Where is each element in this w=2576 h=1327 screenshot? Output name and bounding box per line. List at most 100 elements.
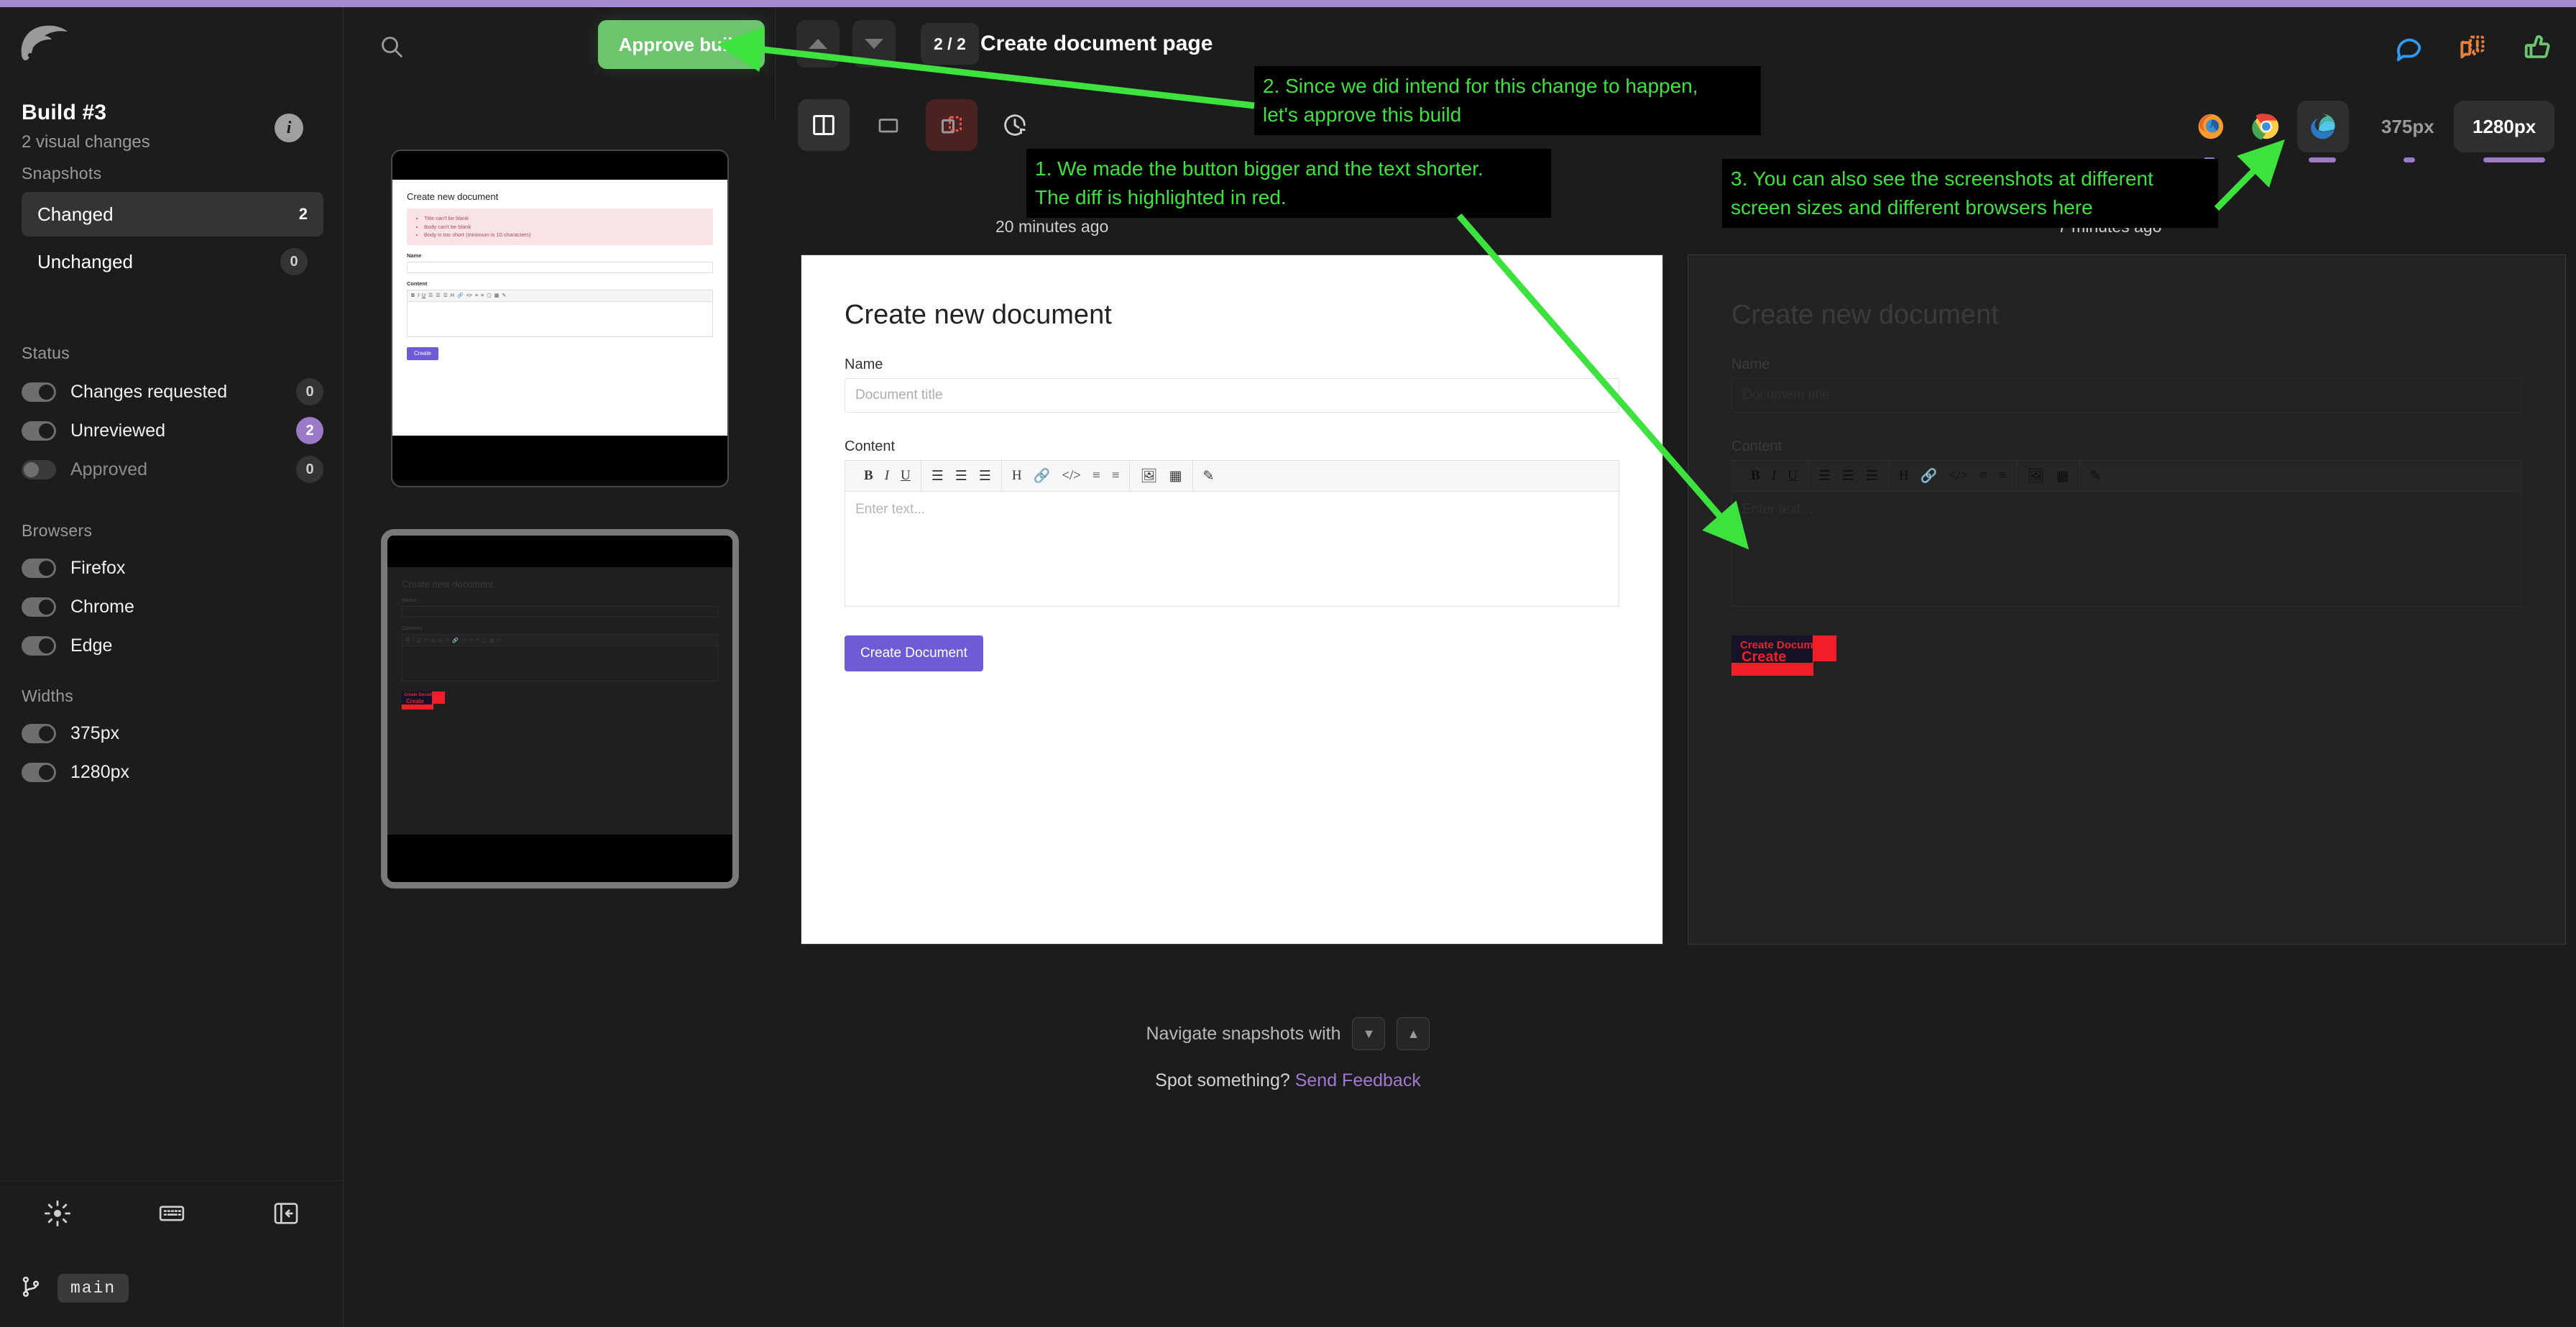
toggle-switch[interactable] <box>22 421 56 441</box>
toggle-switch[interactable] <box>22 635 56 656</box>
thumbnail-preview-dark: Create new document Name Content B I U ☰ ☰ ☰ H… <box>387 567 732 835</box>
align-right-icon[interactable]: ☰ <box>979 468 991 485</box>
align-center-icon[interactable]: ☰ <box>1842 468 1854 485</box>
toggle-switch[interactable] <box>22 459 56 479</box>
image-icon[interactable]: 🖼 <box>1140 467 1157 485</box>
chevron-up-icon <box>809 39 827 49</box>
browser-indicator-edge <box>2309 157 2336 162</box>
browser-filter-label: Firefox <box>70 557 126 578</box>
content-textarea[interactable]: Enter text... <box>1731 492 2522 607</box>
align-left-icon[interactable]: ☰ <box>932 468 944 485</box>
width-filter-1280[interactable]: 1280px <box>22 753 323 791</box>
sidebar-item-label: Changed <box>37 203 114 225</box>
heading-icon[interactable]: H <box>1899 468 1909 484</box>
collapse-sidebar-icon[interactable] <box>272 1199 300 1231</box>
create-document-button[interactable]: Create Document <box>845 635 983 671</box>
clear-format-icon[interactable]: ✎ <box>2090 468 2102 485</box>
align-center-icon[interactable]: ☰ <box>955 468 967 485</box>
send-feedback-link[interactable]: Send Feedback <box>1295 1070 1421 1090</box>
snapshot-thumbnail-current[interactable]: Create new document Name Content B I U ☰ ☰ ☰ H… <box>381 529 739 889</box>
editor-toolbar: BIU ☰ ☰ ☰ H 🔗 </> ≡ ≡ 🖼 ▦ ✎ <box>1731 460 2522 492</box>
name-input[interactable]: Document title <box>1731 378 2522 413</box>
error-item: Title can't be blank <box>424 214 706 223</box>
create-document-form-baseline: Create new document Name Document title … <box>801 255 1662 671</box>
align-left-icon[interactable]: ☰ <box>1818 468 1831 485</box>
name-label: Name <box>1731 357 1770 372</box>
browsers-section-label: Browsers <box>22 521 93 540</box>
snapshot-history-button[interactable] <box>989 99 1041 151</box>
previous-snapshot-button[interactable] <box>796 20 840 68</box>
clear-format-icon[interactable]: ✎ <box>1203 468 1215 485</box>
align-right-icon[interactable]: ☰ <box>1866 468 1878 485</box>
heading-icon[interactable]: H <box>1012 468 1022 484</box>
next-snapshot-button[interactable] <box>852 20 896 68</box>
build-info-icon[interactable]: i <box>275 114 303 142</box>
toggle-switch[interactable] <box>22 382 56 402</box>
toggle-switch[interactable] <box>22 762 56 782</box>
branch-name[interactable]: main <box>58 1274 129 1303</box>
bullet-list-icon[interactable]: ≡ <box>1112 468 1120 484</box>
search-icon[interactable] <box>377 32 406 65</box>
bullet-list-icon[interactable]: ≡ <box>1999 468 2007 484</box>
error-item: Body can't be blank <box>424 223 706 231</box>
approve-thumbs-up-icon[interactable] <box>2521 30 2554 63</box>
toggle-switch[interactable] <box>22 597 56 617</box>
image-icon[interactable]: 🖼 <box>2027 467 2044 485</box>
browser-filter-chrome[interactable]: Chrome <box>22 588 323 625</box>
sidebar-item-changed[interactable]: Changed 2 <box>22 192 323 237</box>
browser-option-chrome[interactable] <box>2240 101 2292 152</box>
thumbnail-diff-overlay: Create Document Create <box>402 692 445 710</box>
width-filter-375[interactable]: 375px <box>22 715 323 752</box>
chromatic-logo-icon[interactable] <box>16 23 73 65</box>
italic-icon[interactable]: I <box>1772 468 1776 484</box>
key-up-button[interactable]: ▲ <box>1397 1017 1430 1050</box>
status-section: Status Changes requested 0 Unreviewed 2 … <box>22 344 323 488</box>
snapshot-thumbnail-baseline[interactable]: Create new document Title can't be blank… <box>391 150 729 487</box>
table-icon[interactable]: ▦ <box>2056 468 2069 485</box>
width-indicator-1280 <box>2483 157 2545 162</box>
width-option-1280[interactable]: 1280px <box>2454 101 2555 152</box>
browser-filter-edge[interactable]: Edge <box>22 627 323 664</box>
status-filter-count: 0 <box>296 378 323 405</box>
status-filter-unreviewed[interactable]: Unreviewed 2 <box>22 412 323 449</box>
ordered-list-icon[interactable]: ≡ <box>1979 468 1987 484</box>
italic-icon[interactable]: I <box>885 468 889 484</box>
feedback-row: Spot something? Send Feedback <box>0 1070 2576 1091</box>
snapshot-panel-current: Create new document Name Document title … <box>1688 254 2566 945</box>
code-icon[interactable]: </> <box>1949 468 1968 484</box>
name-input[interactable]: Document title <box>845 378 1619 413</box>
toggle-switch[interactable] <box>22 558 56 578</box>
table-icon[interactable]: ▦ <box>1169 468 1182 485</box>
request-changes-icon[interactable] <box>2457 30 2490 63</box>
browser-filter-firefox[interactable]: Firefox <box>22 549 323 587</box>
footer: Navigate snapshots with ▼ ▲ Spot somethi… <box>0 1017 2576 1091</box>
sidebar-item-unchanged[interactable]: Unchanged 0 <box>22 239 323 284</box>
content-textarea[interactable]: Enter text... <box>845 492 1619 607</box>
underline-icon[interactable]: U <box>901 468 911 484</box>
feedback-prefix: Spot something? <box>1155 1070 1290 1090</box>
side-by-side-view-button[interactable] <box>798 99 850 151</box>
ordered-list-icon[interactable]: ≡ <box>1092 468 1100 484</box>
width-option-375[interactable]: 375px <box>2363 101 2453 152</box>
link-icon[interactable]: 🔗 <box>1034 467 1051 485</box>
bold-icon[interactable]: B <box>864 468 873 484</box>
bold-icon[interactable]: B <box>1751 468 1760 484</box>
code-icon[interactable]: </> <box>1062 468 1081 484</box>
status-filter-changes-requested[interactable]: Changes requested 0 <box>22 373 323 410</box>
keyboard-shortcuts-icon[interactable] <box>157 1199 186 1231</box>
browser-option-firefox[interactable] <box>2185 101 2237 152</box>
underline-icon[interactable]: U <box>1788 468 1798 484</box>
toggle-switch[interactable] <box>22 723 56 743</box>
widths-section-label: Widths <box>22 687 74 705</box>
thumbnail-heading: Create new document <box>407 191 499 202</box>
comment-icon[interactable] <box>2392 30 2425 63</box>
approve-build-button[interactable]: Approve build <box>598 20 765 69</box>
theme-toggle-icon[interactable] <box>43 1199 72 1231</box>
link-icon[interactable]: 🔗 <box>1920 467 1938 485</box>
browser-option-edge[interactable] <box>2297 101 2349 152</box>
single-view-button[interactable] <box>862 99 914 151</box>
key-down-button[interactable]: ▼ <box>1352 1017 1386 1050</box>
status-filter-approved[interactable]: Approved 0 <box>22 451 323 488</box>
editor-toolbar: BIU ☰ ☰ ☰ H 🔗 </> ≡ ≡ 🖼 ▦ ✎ <box>845 460 1619 492</box>
diff-highlight-toggle-button[interactable] <box>926 99 978 151</box>
